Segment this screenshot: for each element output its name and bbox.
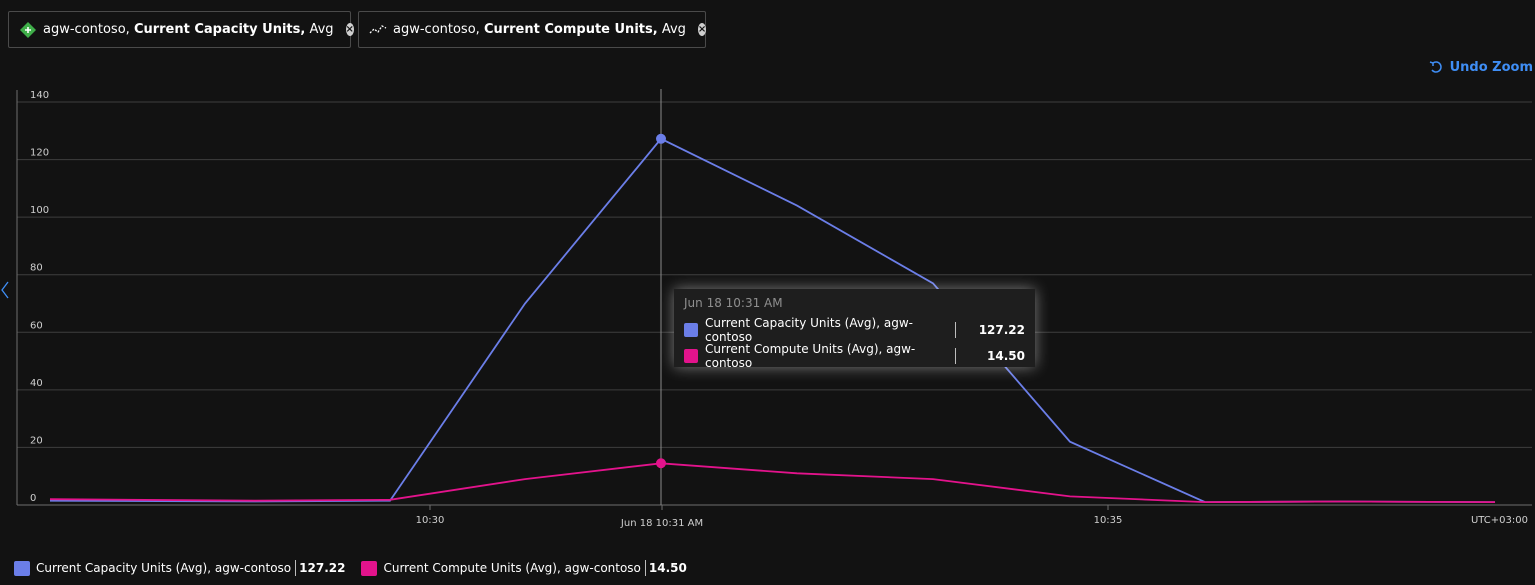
- legend-label: Current Capacity Units (Avg), agw-contos…: [36, 561, 292, 575]
- chip-resource: agw-contoso,: [43, 22, 130, 37]
- y-tick-label: 120: [30, 148, 49, 159]
- undo-icon: [1429, 61, 1442, 73]
- remove-chip-icon[interactable]: ×: [345, 23, 354, 36]
- chip-metric: Current Capacity Units,: [133, 22, 306, 37]
- tooltip-series-name: Current Capacity Units (Avg), agw-contos…: [705, 316, 913, 344]
- legend-separator: [644, 560, 646, 576]
- legend-separator: [295, 560, 297, 576]
- y-tick-label: 100: [30, 205, 49, 216]
- legend-swatch: [361, 560, 378, 576]
- legend-value: 14.50: [648, 561, 687, 575]
- chart-legend: Current Capacity Units (Avg), agw-contos…: [14, 560, 687, 576]
- data-point: [656, 458, 666, 469]
- chart-tooltip: Jun 18 10:31 AM Current Capacity Units (…: [674, 289, 1035, 370]
- legend-swatch: [14, 560, 30, 576]
- tooltip-time: Jun 18 10:31 AM: [684, 296, 783, 310]
- undo-zoom-button[interactable]: Undo Zoom: [1429, 60, 1533, 75]
- remove-chip-icon[interactable]: ×: [697, 23, 707, 36]
- legend-value: 127.22: [299, 561, 346, 575]
- x-tick-label: 10:30: [416, 515, 445, 526]
- x-tick-label: 10:35: [1094, 515, 1123, 526]
- chip-metric: Current Compute Units,: [483, 22, 658, 37]
- legend-item-compute[interactable]: Current Compute Units (Avg), agw-contoso…: [361, 560, 687, 576]
- y-tick-label: 0: [30, 493, 36, 504]
- undo-zoom-label: Undo Zoom: [1449, 60, 1533, 75]
- chip-agg: Avg: [661, 22, 686, 37]
- metric-chip-compute[interactable]: agw-contoso, Current Compute Units, Avg …: [358, 11, 707, 48]
- tooltip-value: 127.22: [978, 323, 1025, 337]
- chip-resource: agw-contoso,: [393, 22, 480, 37]
- tooltip-swatch: [684, 323, 698, 337]
- tooltip-swatch: [684, 349, 698, 363]
- x-tick-label: Jun 18 10:31 AM: [620, 518, 703, 529]
- tooltip-series-name: Current Compute Units (Avg), agw-contoso: [705, 342, 916, 370]
- chip-agg: Avg: [309, 22, 334, 37]
- y-tick-label: 20: [30, 435, 43, 446]
- tooltip-value: 14.50: [987, 349, 1025, 363]
- app-gateway-icon: [19, 21, 37, 39]
- metric-chip-capacity[interactable]: agw-contoso, Current Capacity Units, Avg…: [8, 11, 354, 48]
- legend-item-capacity[interactable]: Current Capacity Units (Avg), agw-contos…: [14, 560, 345, 576]
- data-point: [656, 133, 666, 144]
- tooltip-row-capacity: Current Capacity Units (Avg), agw-contos…: [684, 316, 1025, 344]
- y-tick-label: 140: [30, 90, 49, 101]
- y-tick-label: 40: [30, 378, 43, 389]
- y-tick-label: 60: [30, 320, 43, 331]
- line-chart-icon: [369, 21, 387, 39]
- y-tick-label: 80: [30, 263, 43, 274]
- legend-label: Current Compute Units (Avg), agw-contoso: [383, 561, 641, 575]
- tooltip-row-compute: Current Compute Units (Avg), agw-contoso…: [684, 342, 1025, 370]
- timezone-label: UTC+03:00: [1471, 515, 1528, 526]
- series-line-1: [49, 462, 1496, 504]
